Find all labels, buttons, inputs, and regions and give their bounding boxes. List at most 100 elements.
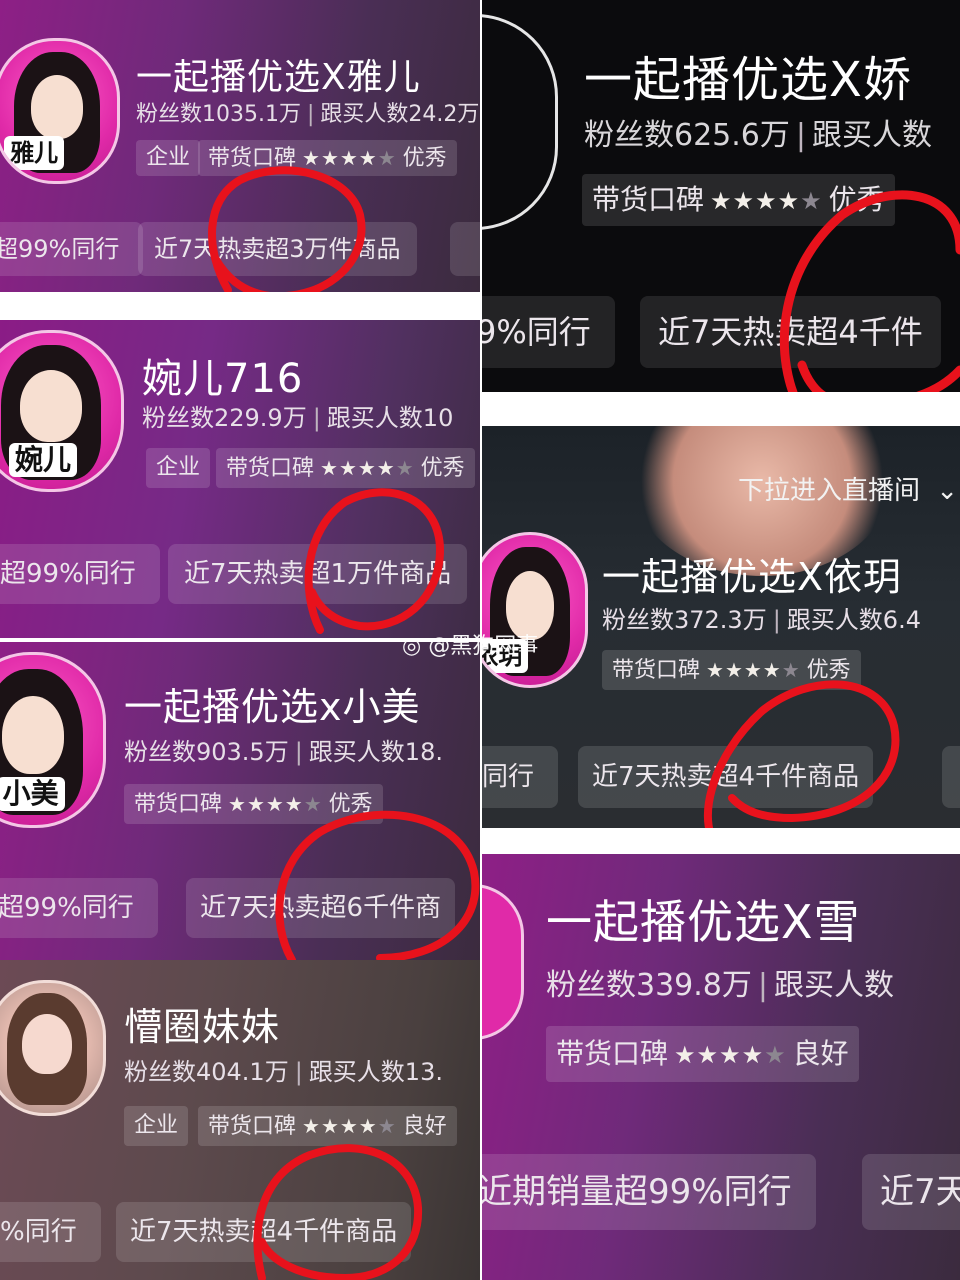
weibo-watermark: ◎ @黑狗网事 xyxy=(402,628,538,660)
separator: | xyxy=(757,968,768,1003)
pull-to-live-hint[interactable]: 下拉进入直播间 ⌄ xyxy=(738,470,958,507)
buyers-count: 跟买人数 xyxy=(774,968,894,1003)
peer-compare-pill[interactable]: 同行 xyxy=(482,746,559,808)
chevron-down-icon: ⌄ xyxy=(936,476,959,506)
fans-line: 粉丝数903.5万 | 跟买人数18. xyxy=(124,732,443,767)
live-hint-label: 下拉进入直播间 xyxy=(738,476,921,506)
avatar-xue[interactable] xyxy=(482,884,524,1040)
rating-label: 带货口碑 xyxy=(226,456,315,481)
fans-count: 粉丝数372.3万 xyxy=(602,606,767,634)
rating-chip[interactable]: 带货口碑 ★★★★★ 良好 xyxy=(198,1106,457,1146)
weibo-icon: ◎ xyxy=(402,634,422,659)
peer-compare-pill[interactable]: 超99%同行 xyxy=(0,878,158,938)
sales-compare-pill[interactable]: 近期销量超99%同行 xyxy=(482,1154,816,1230)
fans-count: 粉丝数625.6万 xyxy=(584,118,790,153)
card-yaer: 雅儿 一起播优选X雅儿 粉丝数1035.1万 | 跟买人数24.2万 企业 带货口碑… xyxy=(0,0,480,292)
card-mengquan: 懵圈妹妹 粉丝数404.1万 | 跟买人数13. 企业 带货口碑 ★★★★★ 良好 %同… xyxy=(0,960,480,1280)
rating-chip[interactable]: 带货口碑 ★★★★★ 优秀 xyxy=(124,784,383,824)
rating-chip[interactable]: 带货口碑 ★★★★★ 良好 xyxy=(546,1026,859,1082)
rating-label: 带货口碑 xyxy=(556,1037,669,1070)
avatar-yiyue[interactable]: 依玥 xyxy=(482,532,588,688)
hot-sale-pill[interactable]: 近7天热卖超1万件商品 xyxy=(168,544,468,604)
more-pill[interactable] xyxy=(942,746,960,808)
avatar-face xyxy=(30,74,84,139)
rating-chip[interactable]: 带货口碑 ★★★★★ 优秀 xyxy=(602,650,861,690)
more-pill[interactable] xyxy=(450,222,480,276)
peer-compare-pill[interactable]: 超99%同行 xyxy=(0,222,144,276)
streamer-title: 一起播优选X雅儿 xyxy=(136,57,421,98)
fans-count: 粉丝数1035.1万 xyxy=(136,102,301,127)
fans-line: 粉丝数625.6万 | 跟买人数 xyxy=(584,110,932,154)
avatar-face xyxy=(2,695,64,774)
rating-chip[interactable]: 带货口碑 ★★★★★ 优秀 xyxy=(582,174,895,226)
avatar-yaer[interactable]: 雅儿 xyxy=(0,38,120,184)
buyers-count: 跟买人数18. xyxy=(308,738,443,766)
card-xue: 一起播优选X雪 粉丝数339.8万 | 跟买人数 带货口碑 ★★★★★ 良好 近期销量超… xyxy=(482,854,960,1280)
streamer-title: 一起播优选x小美 xyxy=(124,685,421,729)
peer-compare-pill[interactable]: %同行 xyxy=(0,1202,101,1262)
hot-sale-pill[interactable]: 近7天热卖超4千件商品 xyxy=(578,746,874,808)
star-rating-icon: ★★★★★ xyxy=(710,187,823,215)
star-rating-icon: ★★★★★ xyxy=(302,1114,397,1138)
rating-label: 带货口碑 xyxy=(208,146,297,171)
rating-word: 优秀 xyxy=(420,456,465,481)
fans-line: 粉丝数404.1万 | 跟买人数13. xyxy=(124,1052,443,1087)
buyers-count: 跟买人数10 xyxy=(326,404,454,432)
fans-line: 粉丝数1035.1万 | 跟买人数24.2万 xyxy=(136,96,479,128)
avatar-tag: 雅儿 xyxy=(4,135,65,170)
avatar-jiao[interactable] xyxy=(482,14,558,230)
star-rating-icon: ★★★★★ xyxy=(228,792,323,816)
avatar-waner[interactable]: 婉儿 xyxy=(0,330,124,492)
avatar-face xyxy=(22,1014,72,1074)
hot-sale-pill[interactable]: 近7天热卖超4千件 xyxy=(640,296,941,368)
separator: | xyxy=(294,738,303,766)
fans-line: 粉丝数372.3万 | 跟买人数6.4 xyxy=(602,600,921,635)
divider xyxy=(0,292,480,320)
fans-count: 粉丝数903.5万 xyxy=(124,738,289,766)
star-rating-icon: ★★★★★ xyxy=(706,658,801,682)
rating-chip[interactable]: 带货口碑 ★★★★★ 优秀 xyxy=(198,140,457,176)
buyers-count: 跟买人数6.4 xyxy=(786,606,921,634)
streamer-title: 婉儿716 xyxy=(142,356,304,402)
company-chip: 企业 xyxy=(124,1106,189,1146)
star-rating-icon: ★★★★★ xyxy=(320,456,415,480)
rating-label: 带货口碑 xyxy=(134,792,223,817)
watermark-text: @黑狗网事 xyxy=(428,634,539,659)
avatar-face xyxy=(20,370,82,443)
rating-word: 良好 xyxy=(402,1114,447,1139)
separator: | xyxy=(312,404,321,432)
rating-word: 优秀 xyxy=(806,658,851,683)
streamer-title: 一起播优选X依玥 xyxy=(602,555,903,599)
peer-compare-pill[interactable]: 超99%同行 xyxy=(0,544,160,604)
rating-label: 带货口碑 xyxy=(208,1114,297,1139)
rating-label: 带货口碑 xyxy=(592,183,705,216)
card-waner: 婉儿 婉儿716 粉丝数229.9万 | 跟买人数10 企业 带货口碑 ★★★★★ 优秀… xyxy=(0,320,480,638)
rating-label: 带货口碑 xyxy=(612,658,701,683)
streamer-title: 一起播优选X雪 xyxy=(546,895,861,949)
avatar-mengquan[interactable] xyxy=(0,980,106,1116)
fans-count: 粉丝数229.9万 xyxy=(142,404,307,432)
rating-chip[interactable]: 带货口碑 ★★★★★ 优秀 xyxy=(216,448,475,488)
separator: | xyxy=(294,1058,303,1086)
hot-sale-pill[interactable]: 近7天热卖超4千件商品 xyxy=(116,1202,412,1262)
streamer-title: 懵圈妹妹 xyxy=(124,1005,281,1049)
fans-count: 粉丝数404.1万 xyxy=(124,1058,289,1086)
separator: | xyxy=(795,118,806,153)
hot-sale-pill[interactable]: 近7天 xyxy=(862,1154,960,1230)
divider xyxy=(482,392,960,426)
company-chip: 企业 xyxy=(146,448,211,488)
divider xyxy=(482,828,960,854)
peer-compare-pill[interactable]: 9%同行 xyxy=(482,296,615,368)
hot-sale-pill[interactable]: 近7天热卖超3万件商品 xyxy=(138,222,417,276)
star-rating-icon: ★★★★★ xyxy=(674,1041,787,1069)
hot-sale-pill[interactable]: 近7天热卖超6千件商 xyxy=(186,878,456,938)
streamer-title: 一起播优选X娇 xyxy=(584,52,912,108)
buyers-count: 跟买人数13. xyxy=(308,1058,443,1086)
avatar-tag: 婉儿 xyxy=(9,442,78,477)
fans-line: 粉丝数229.9万 | 跟买人数10 xyxy=(142,398,453,433)
rating-word: 优秀 xyxy=(402,146,447,171)
separator: | xyxy=(772,606,781,634)
avatar-xiaomei[interactable]: 小美 xyxy=(0,652,106,828)
star-rating-icon: ★★★★★ xyxy=(302,146,397,170)
separator: | xyxy=(306,102,315,127)
